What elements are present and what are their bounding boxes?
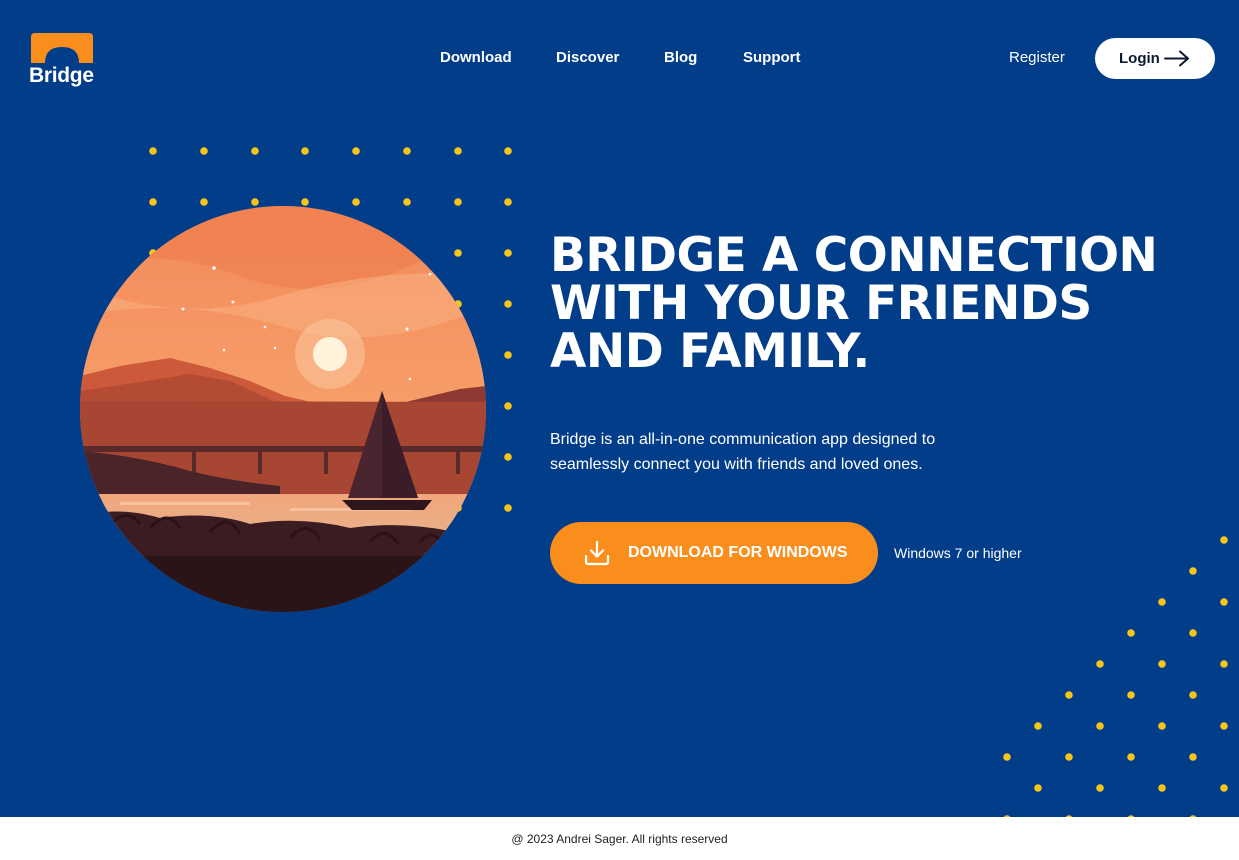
login-label: Login [1119, 50, 1160, 67]
hero-headline: BRIDGE A CONNECTION WITH YOUR FRIENDS AN… [550, 232, 1170, 376]
decorative-dot [251, 147, 259, 155]
decorative-dot [149, 198, 157, 206]
download-windows-button[interactable]: DOWNLOAD FOR WINDOWS [550, 522, 878, 584]
decorative-dot [1220, 598, 1228, 606]
decorative-dot [1158, 660, 1166, 668]
decorative-dot [1096, 784, 1104, 792]
decorative-dot [1220, 784, 1228, 792]
register-link[interactable]: Register [1009, 49, 1065, 66]
nav-item-support[interactable]: Support [743, 49, 801, 66]
decorative-dot [1065, 753, 1073, 761]
logo-text: Bridge [29, 64, 94, 87]
decorative-dot [1034, 722, 1042, 730]
decorative-dot [1189, 753, 1197, 761]
decorative-dot [1189, 567, 1197, 575]
decorative-dot [504, 453, 512, 461]
decorative-dot [504, 300, 512, 308]
system-requirement: Windows 7 or higher [894, 545, 1022, 561]
decorative-dot [504, 504, 512, 512]
sunset-sailboat-illustration [80, 206, 486, 612]
nav-item-blog[interactable]: Blog [664, 49, 697, 66]
decorative-dot [251, 198, 259, 206]
hero-section: Bridge Download Discover Blog Support Re… [0, 0, 1239, 817]
decorative-dot [1189, 691, 1197, 699]
decorative-dot [352, 198, 360, 206]
headline-line-2: WITH YOUR FRIENDS [550, 276, 1092, 331]
decorative-dot [1220, 660, 1228, 668]
decorative-dot [504, 198, 512, 206]
decorative-dot [1096, 660, 1104, 668]
headline-line-1: BRIDGE A CONNECTION [550, 228, 1158, 283]
copyright-text: @ 2023 Andrei Sager. All rights reserved [511, 832, 728, 846]
decorative-dot [454, 198, 462, 206]
decorative-dot [1127, 753, 1135, 761]
decorative-dot [1096, 722, 1104, 730]
decorative-dot [1065, 691, 1073, 699]
logo[interactable]: Bridge [27, 31, 99, 87]
nav-item-discover[interactable]: Discover [556, 49, 619, 66]
decorative-dot [1127, 629, 1135, 637]
decorative-dot [504, 249, 512, 257]
nav-item-download[interactable]: Download [440, 49, 512, 66]
decorative-dot [1158, 784, 1166, 792]
decorative-dot [301, 147, 309, 155]
decorative-dot [1158, 598, 1166, 606]
decorative-dot [504, 402, 512, 410]
decorative-dot [504, 147, 512, 155]
decorative-dot [352, 147, 360, 155]
decorative-dot [454, 147, 462, 155]
decorative-dot [403, 198, 411, 206]
decorative-dot [1127, 691, 1135, 699]
footer: @ 2023 Andrei Sager. All rights reserved [0, 817, 1239, 860]
bridge-logo-icon [31, 33, 93, 63]
hero-description: Bridge is an all-in-one communication ap… [550, 431, 936, 473]
download-button-label: DOWNLOAD FOR WINDOWS [628, 544, 848, 561]
decorative-dot [403, 147, 411, 155]
decorative-dot [1220, 536, 1228, 544]
decorative-dot [1003, 753, 1011, 761]
login-button[interactable]: Login [1095, 38, 1215, 79]
decorative-dot [149, 147, 157, 155]
decorative-dot [301, 198, 309, 206]
headline-line-3: AND FAMILY. [550, 324, 870, 379]
decorative-dot [1220, 722, 1228, 730]
decorative-dot [200, 147, 208, 155]
decorative-dot [1158, 722, 1166, 730]
decorative-dot [504, 351, 512, 359]
decorative-dot [1189, 629, 1197, 637]
download-icon [584, 540, 610, 566]
decorative-dot [1034, 784, 1042, 792]
decorative-dot [200, 198, 208, 206]
arrow-right-icon [1164, 50, 1189, 67]
